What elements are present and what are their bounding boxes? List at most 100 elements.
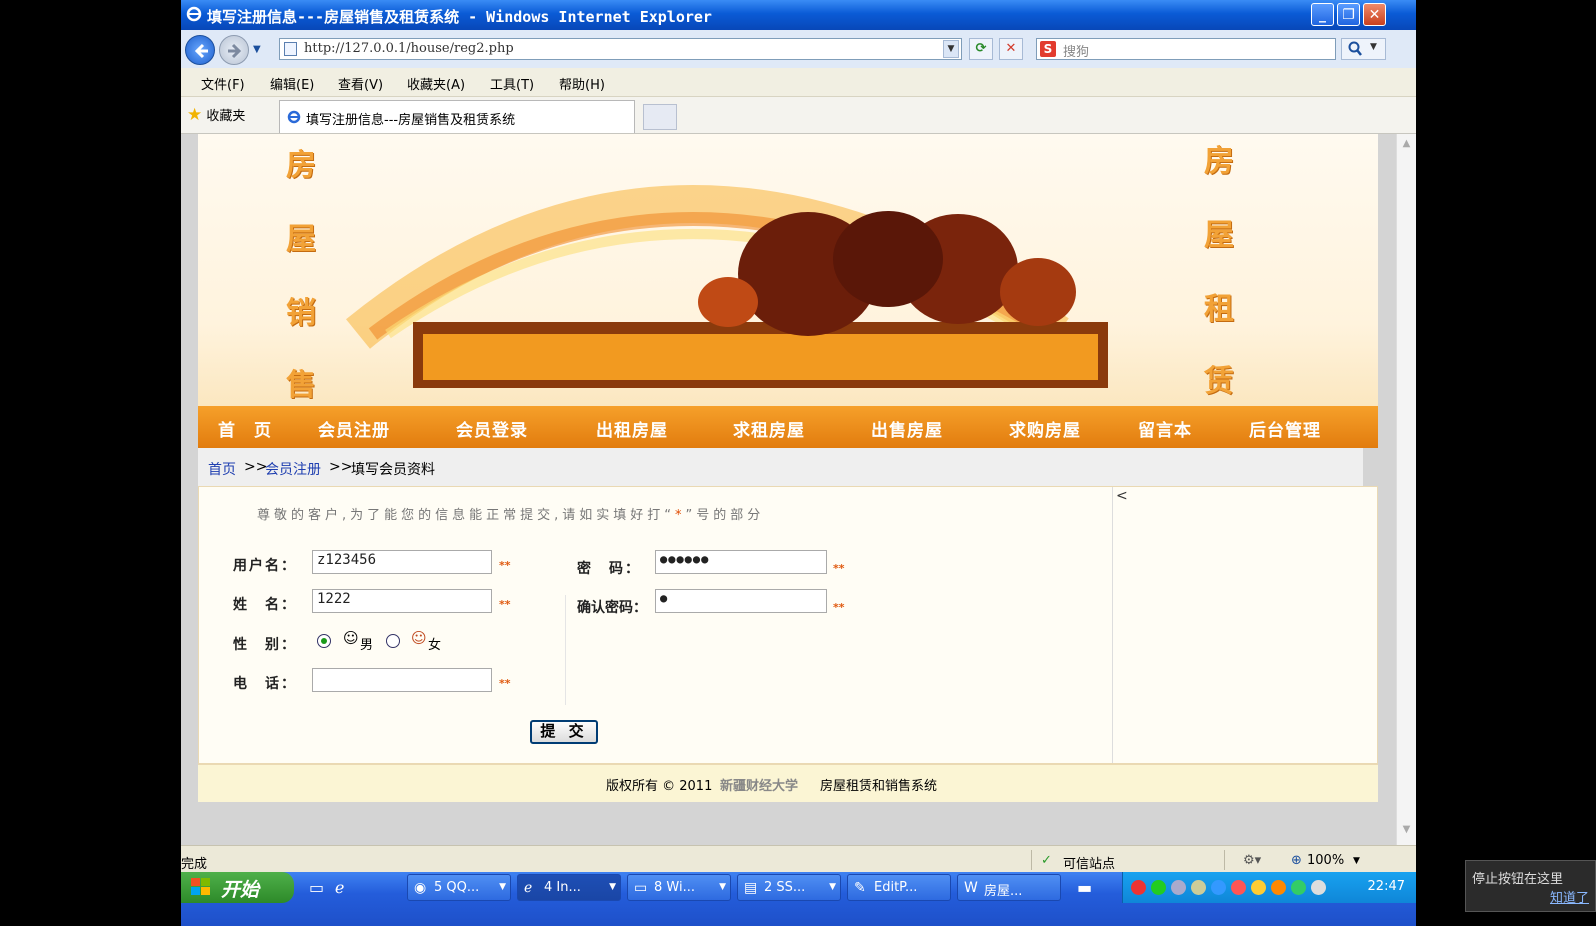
- nav-login[interactable]: 会员登录: [456, 416, 528, 441]
- status-done: 完成: [181, 857, 208, 872]
- tray-app-icon-1[interactable]: [1131, 880, 1146, 895]
- menu-tools[interactable]: 工具(T): [490, 74, 534, 93]
- stop-button[interactable]: ✕: [999, 38, 1023, 60]
- tray-shield-icon[interactable]: [1291, 880, 1306, 895]
- tray-network-icon[interactable]: [1171, 880, 1186, 895]
- quicklaunch-ie-icon[interactable]: ℯ: [335, 878, 344, 897]
- search-options-icon[interactable]: ▼: [1370, 42, 1377, 52]
- ie-taskbar-icon: ℯ: [524, 880, 533, 896]
- address-toolbar: ▼ http://127.0.0.1/house/reg2.php ▼ ⟳ ✕ …: [181, 30, 1416, 69]
- gender-label: 性 别：: [233, 637, 297, 653]
- tray-play-icon[interactable]: [1151, 880, 1166, 895]
- scroll-up-icon[interactable]: ▲: [1399, 138, 1414, 153]
- gender-female-radio[interactable]: [386, 634, 400, 648]
- back-button[interactable]: [185, 35, 215, 65]
- phone-input[interactable]: [312, 668, 492, 692]
- taskbar-item-explorer[interactable]: ▭ 8 Wi... ▼: [627, 874, 731, 901]
- status-zoom[interactable]: 100%: [1307, 853, 1344, 868]
- female-label: 女: [428, 638, 442, 653]
- menu-view[interactable]: 查看(V): [338, 74, 383, 93]
- name-required: **: [499, 598, 511, 611]
- password-required: **: [833, 562, 845, 575]
- protected-mode-icon[interactable]: ⚙▾: [1243, 853, 1261, 868]
- tray-app-icon-3[interactable]: [1251, 880, 1266, 895]
- nav-sell[interactable]: 出售房屋: [871, 416, 943, 441]
- windows-logo-icon: [191, 878, 210, 895]
- gender-male-radio[interactable]: [317, 634, 331, 648]
- scroll-down-icon[interactable]: ▼: [1399, 824, 1414, 839]
- notice-star: *: [675, 508, 686, 523]
- search-box[interactable]: S 搜狗: [1036, 38, 1336, 60]
- search-button[interactable]: ▼: [1341, 38, 1386, 60]
- breadcrumb-register[interactable]: 会员注册: [265, 459, 321, 479]
- vertical-scrollbar[interactable]: ▲ ▼: [1396, 134, 1416, 845]
- name-label: 姓 名：: [233, 597, 297, 613]
- taskbar-item-word[interactable]: W 房屋...: [957, 874, 1061, 901]
- menu-file[interactable]: 文件(F): [201, 74, 245, 93]
- window-title: 填写注册信息---房屋销售及租赁系统 - Windows Internet Ex…: [207, 8, 712, 26]
- name-input[interactable]: 1222: [312, 589, 492, 613]
- search-placeholder: 搜狗: [1063, 45, 1090, 60]
- ie-page-icon: [287, 110, 301, 124]
- nav-seek-rent[interactable]: 求租房屋: [733, 416, 805, 441]
- footer-org: 新疆财经大学: [720, 779, 799, 794]
- forward-button[interactable]: [219, 35, 249, 65]
- nav-register[interactable]: 会员注册: [318, 416, 390, 441]
- history-dropdown-icon[interactable]: ▼: [253, 44, 261, 55]
- title-bar: 填写注册信息---房屋销售及租赁系统 - Windows Internet Ex…: [181, 0, 1416, 30]
- folder-icon: ▭: [634, 880, 648, 896]
- back-arrow-icon: [194, 43, 208, 59]
- submit-button[interactable]: 提 交: [530, 720, 598, 744]
- taskbar-item-editplus[interactable]: ✎ EditP...: [847, 874, 951, 901]
- close-button[interactable]: ✕: [1363, 3, 1386, 26]
- tab-current[interactable]: 填写注册信息---房屋销售及租赁系统: [279, 100, 635, 133]
- tooltip-dismiss-link[interactable]: 知道了: [1550, 887, 1589, 906]
- breadcrumb-home[interactable]: 首页: [208, 459, 236, 479]
- banner-left-char-3: 销: [286, 296, 316, 331]
- taskbar-item-qq[interactable]: ◉ 5 QQ... ▼: [407, 874, 511, 901]
- tray-key-icon[interactable]: [1191, 880, 1206, 895]
- nav-buy[interactable]: 求购房屋: [1009, 416, 1081, 441]
- star-icon: ★: [187, 105, 203, 125]
- address-dropdown-icon[interactable]: ▼: [943, 40, 959, 58]
- system-tray: 22:47: [1122, 872, 1416, 903]
- taskbar-item-ie[interactable]: ℯ 4 In... ▼: [517, 874, 621, 901]
- tray-qq-icon[interactable]: [1231, 880, 1246, 895]
- document-icon: ▤: [744, 880, 758, 896]
- favorites-button[interactable]: ★ 收藏夹: [187, 105, 245, 125]
- url-text: http://127.0.0.1/house/reg2.php: [304, 41, 514, 56]
- zoom-dropdown-icon[interactable]: ▼: [1353, 856, 1360, 866]
- sidebar-collapse-icon[interactable]: <: [1116, 488, 1128, 504]
- start-button[interactable]: 开始: [181, 872, 294, 903]
- password-input[interactable]: ●●●●●●: [655, 550, 827, 574]
- menu-favorites[interactable]: 收藏夹(A): [407, 74, 465, 93]
- tooltip-text: 停止按钮在这里: [1472, 872, 1564, 887]
- password-label: 密 码：: [577, 561, 641, 577]
- editplus-icon: ✎: [854, 880, 866, 896]
- nav-home[interactable]: 首 页: [218, 416, 272, 441]
- tray-app-icon-4[interactable]: [1271, 880, 1286, 895]
- minimize-button[interactable]: _: [1311, 3, 1334, 26]
- stop-button-tooltip: 停止按钮在这里 知道了: [1465, 860, 1596, 912]
- maximize-button[interactable]: ❐: [1337, 3, 1360, 26]
- nav-guestbook[interactable]: 留言本: [1138, 416, 1192, 441]
- tab-title: 填写注册信息---房屋销售及租赁系统: [306, 113, 516, 128]
- refresh-button[interactable]: ⟳: [969, 38, 993, 60]
- menu-help[interactable]: 帮助(H): [559, 74, 605, 93]
- menu-edit[interactable]: 编辑(E): [270, 74, 314, 93]
- keyboard-icon[interactable]: ▬: [1077, 878, 1092, 897]
- taskbar-item-ss[interactable]: ▤ 2 SS... ▼: [737, 874, 841, 901]
- nav-admin[interactable]: 后台管理: [1249, 416, 1321, 441]
- confirm-password-input[interactable]: ●: [655, 589, 827, 613]
- status-separator-2: [1224, 850, 1225, 870]
- new-tab-button[interactable]: [643, 104, 677, 130]
- quicklaunch-folder-icon[interactable]: ▭: [309, 878, 324, 897]
- username-input[interactable]: z123456: [312, 550, 492, 574]
- address-field[interactable]: http://127.0.0.1/house/reg2.php ▼: [279, 38, 962, 60]
- check-icon: ✓: [1041, 853, 1052, 868]
- tray-volume-icon[interactable]: [1311, 880, 1326, 895]
- male-avatar-icon: ☺: [343, 629, 359, 647]
- tray-app-icon-2[interactable]: [1211, 880, 1226, 895]
- confirm-password-required: **: [833, 601, 845, 614]
- nav-rent-out[interactable]: 出租房屋: [596, 416, 668, 441]
